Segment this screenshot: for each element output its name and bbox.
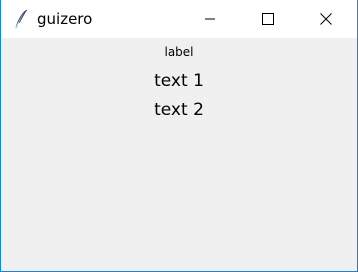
- app-window: guizero label text 1 text 2: [0, 0, 358, 272]
- minimize-icon: [204, 10, 216, 29]
- window-title: guizero: [37, 10, 93, 28]
- text-2: text 2: [154, 100, 204, 120]
- maximize-icon: [262, 10, 274, 29]
- feather-icon: [14, 9, 28, 29]
- label-text: label: [164, 45, 194, 59]
- close-icon: [320, 10, 332, 29]
- window-titlebar[interactable]: guizero: [1, 0, 357, 38]
- window-content: label text 1 text 2: [1, 38, 357, 271]
- close-button[interactable]: [303, 0, 349, 38]
- text-1: text 1: [154, 71, 204, 91]
- minimize-button[interactable]: [187, 0, 233, 38]
- maximize-button[interactable]: [245, 0, 291, 38]
